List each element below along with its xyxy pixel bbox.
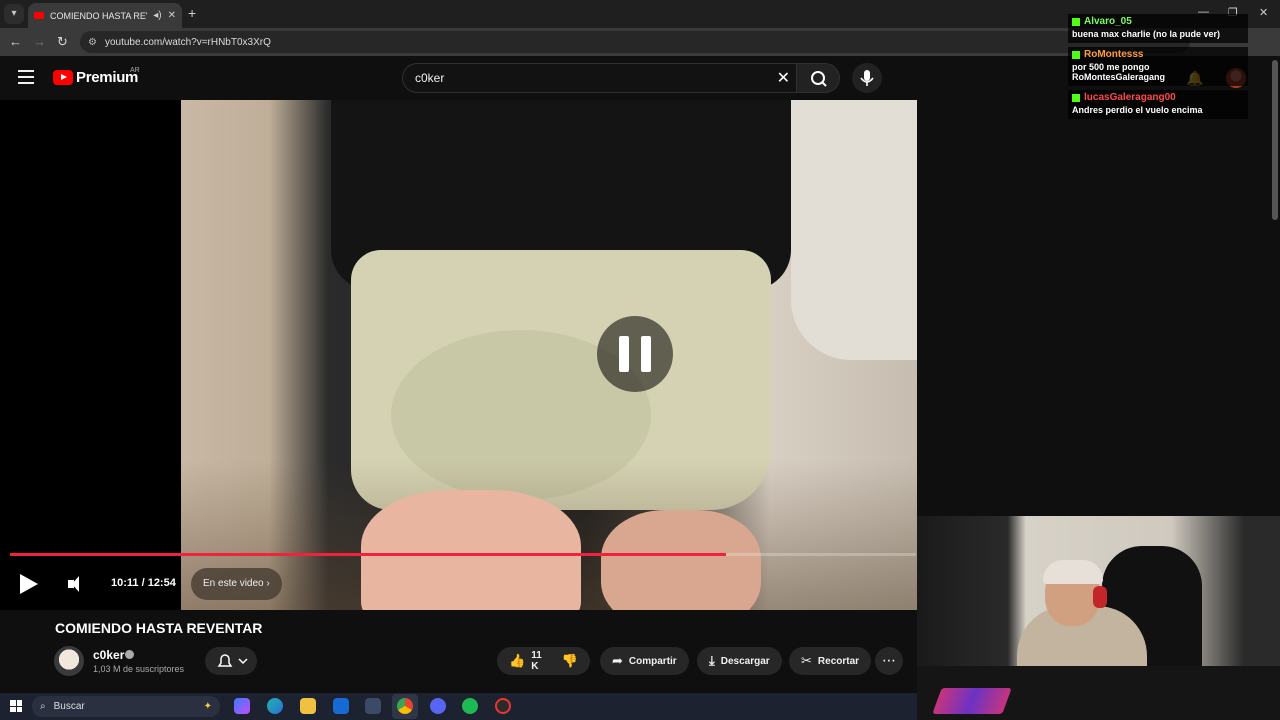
tab-list-button[interactable]: ▾ [4,4,24,24]
search-input[interactable]: c0ker ✕ [402,63,796,93]
download-label: Descargar [720,655,770,667]
site-info-icon[interactable]: ⚙ [88,37,97,48]
share-button[interactable]: ➦ Compartir [600,647,689,675]
subscription-bell-button[interactable] [205,647,257,675]
kick-badge-icon [1072,93,1080,102]
chat-message: RoMontesss por 500 me pongo RoMontesGale… [1068,47,1248,86]
video-subject-leg [361,490,581,610]
subscriber-count: 1,03 M de suscriptores [93,664,185,674]
sparkle-icon: ✦ [203,701,212,712]
clip-label: Recortar [817,655,860,667]
verified-icon [125,650,134,659]
hamburger-menu-icon[interactable] [18,70,34,84]
page-scrollbar[interactable] [1272,60,1278,220]
file-explorer-icon[interactable] [300,698,316,714]
chat-username: lucasGaleragang00 [1084,92,1176,103]
close-window-icon[interactable]: ✕ [1259,6,1268,19]
windows-start-icon[interactable] [10,700,22,712]
copilot-icon[interactable] [234,698,250,714]
spotify-icon[interactable] [462,698,478,714]
progress-bar[interactable] [10,553,916,556]
pause-overlay-icon[interactable] [597,316,673,392]
volume-icon[interactable] [66,574,86,594]
obs-icon[interactable] [495,698,511,714]
video-frame [181,100,917,610]
chrome-icon[interactable] [397,698,413,714]
search-query[interactable]: c0ker [415,71,444,85]
chat-text: buena max charlie (no la pude ver) [1072,29,1221,39]
browser-tab[interactable]: COMIENDO HASTA REVENTAR ◂) ✕ [28,3,182,28]
chat-message: Alvaro_05 buena max charlie (no la pude … [1068,14,1248,43]
discord-icon[interactable] [430,698,446,714]
search-button[interactable] [796,63,840,93]
new-tab-button[interactable]: + [188,5,196,21]
dislike-icon[interactable]: 👎 [562,653,578,669]
clip-button[interactable]: ✂ Recortar [789,647,872,675]
chat-text: por 500 me pongo RoMontesGaleragang [1072,62,1166,82]
like-dislike-group[interactable]: 👍 11 K 👎 [497,647,590,675]
youtube-favicon-icon [34,12,44,19]
kick-badge-icon [1072,50,1080,59]
download-icon: ⤓ [709,653,715,668]
video-background-person [791,100,917,360]
webcam-overlay [917,516,1280,720]
kick-badge-icon [1072,17,1080,26]
windows-taskbar: ⌕ Buscar ✦ [0,693,917,720]
chat-message: lucasGaleragang00 Andres perdio el vuelo… [1068,90,1248,119]
video-subject-leg [601,510,761,610]
chapters-button[interactable]: En este video › [191,568,282,600]
scissors-icon: ✂ [801,653,812,668]
back-icon[interactable]: ← [9,34,22,49]
tab-close-icon[interactable]: ✕ [168,10,176,21]
chat-username: Alvaro_05 [1084,16,1132,27]
time-display: 10:11 / 12:54 [111,577,176,589]
channel-name[interactable]: c0ker [93,648,124,662]
youtube-logo-icon[interactable] [53,70,73,85]
stream-chat-overlay: Alvaro_05 buena max charlie (no la pude … [1068,14,1248,123]
rgb-keyboard [932,688,1012,714]
chat-text: Andres perdio el vuelo encima [1072,105,1203,115]
share-label: Compartir [628,655,677,667]
taskbar-search[interactable]: ⌕ Buscar ✦ [32,696,220,717]
taskbar-search-label: Buscar [53,701,85,712]
share-icon: ➦ [612,653,623,668]
edge-icon[interactable] [267,698,283,714]
chat-username: RoMontesss [1084,49,1144,60]
logo-text[interactable]: Premium [76,69,138,86]
search-icon [811,71,827,87]
search-icon: ⌕ [40,701,46,712]
microphone-icon [860,70,874,86]
like-count[interactable]: 11 K [531,650,546,672]
outlook-icon[interactable] [333,698,349,714]
tab-title: COMIENDO HASTA REVENTAR [50,10,147,21]
channel-avatar[interactable] [54,646,84,676]
reload-icon[interactable]: ↻ [57,34,68,50]
video-title: COMIENDO HASTA REVENTAR [55,620,263,636]
like-icon[interactable]: 👍 [509,653,525,669]
voice-search-button[interactable] [852,63,882,93]
url-text[interactable]: youtube.com/watch?v=rHNbT0x3XrQ [105,37,271,48]
forward-icon[interactable]: → [33,34,46,49]
country-code: AR [130,67,140,74]
address-bar[interactable]: ⚙ youtube.com/watch?v=rHNbT0x3XrQ [80,31,1190,53]
download-button[interactable]: ⤓ Descargar [697,647,782,675]
store-icon[interactable] [365,698,381,714]
headset-icon [1093,586,1107,608]
tab-audio-icon[interactable]: ◂) [153,10,161,21]
play-icon[interactable] [20,574,38,594]
video-player[interactable]: 10:11 / 12:54 En este video › [0,100,917,610]
streamer-cap [1043,560,1103,584]
more-actions-button[interactable]: ⋯ [875,647,903,675]
progress-fill [10,553,726,556]
bell-icon [217,654,248,667]
clear-search-icon[interactable]: ✕ [777,68,790,88]
